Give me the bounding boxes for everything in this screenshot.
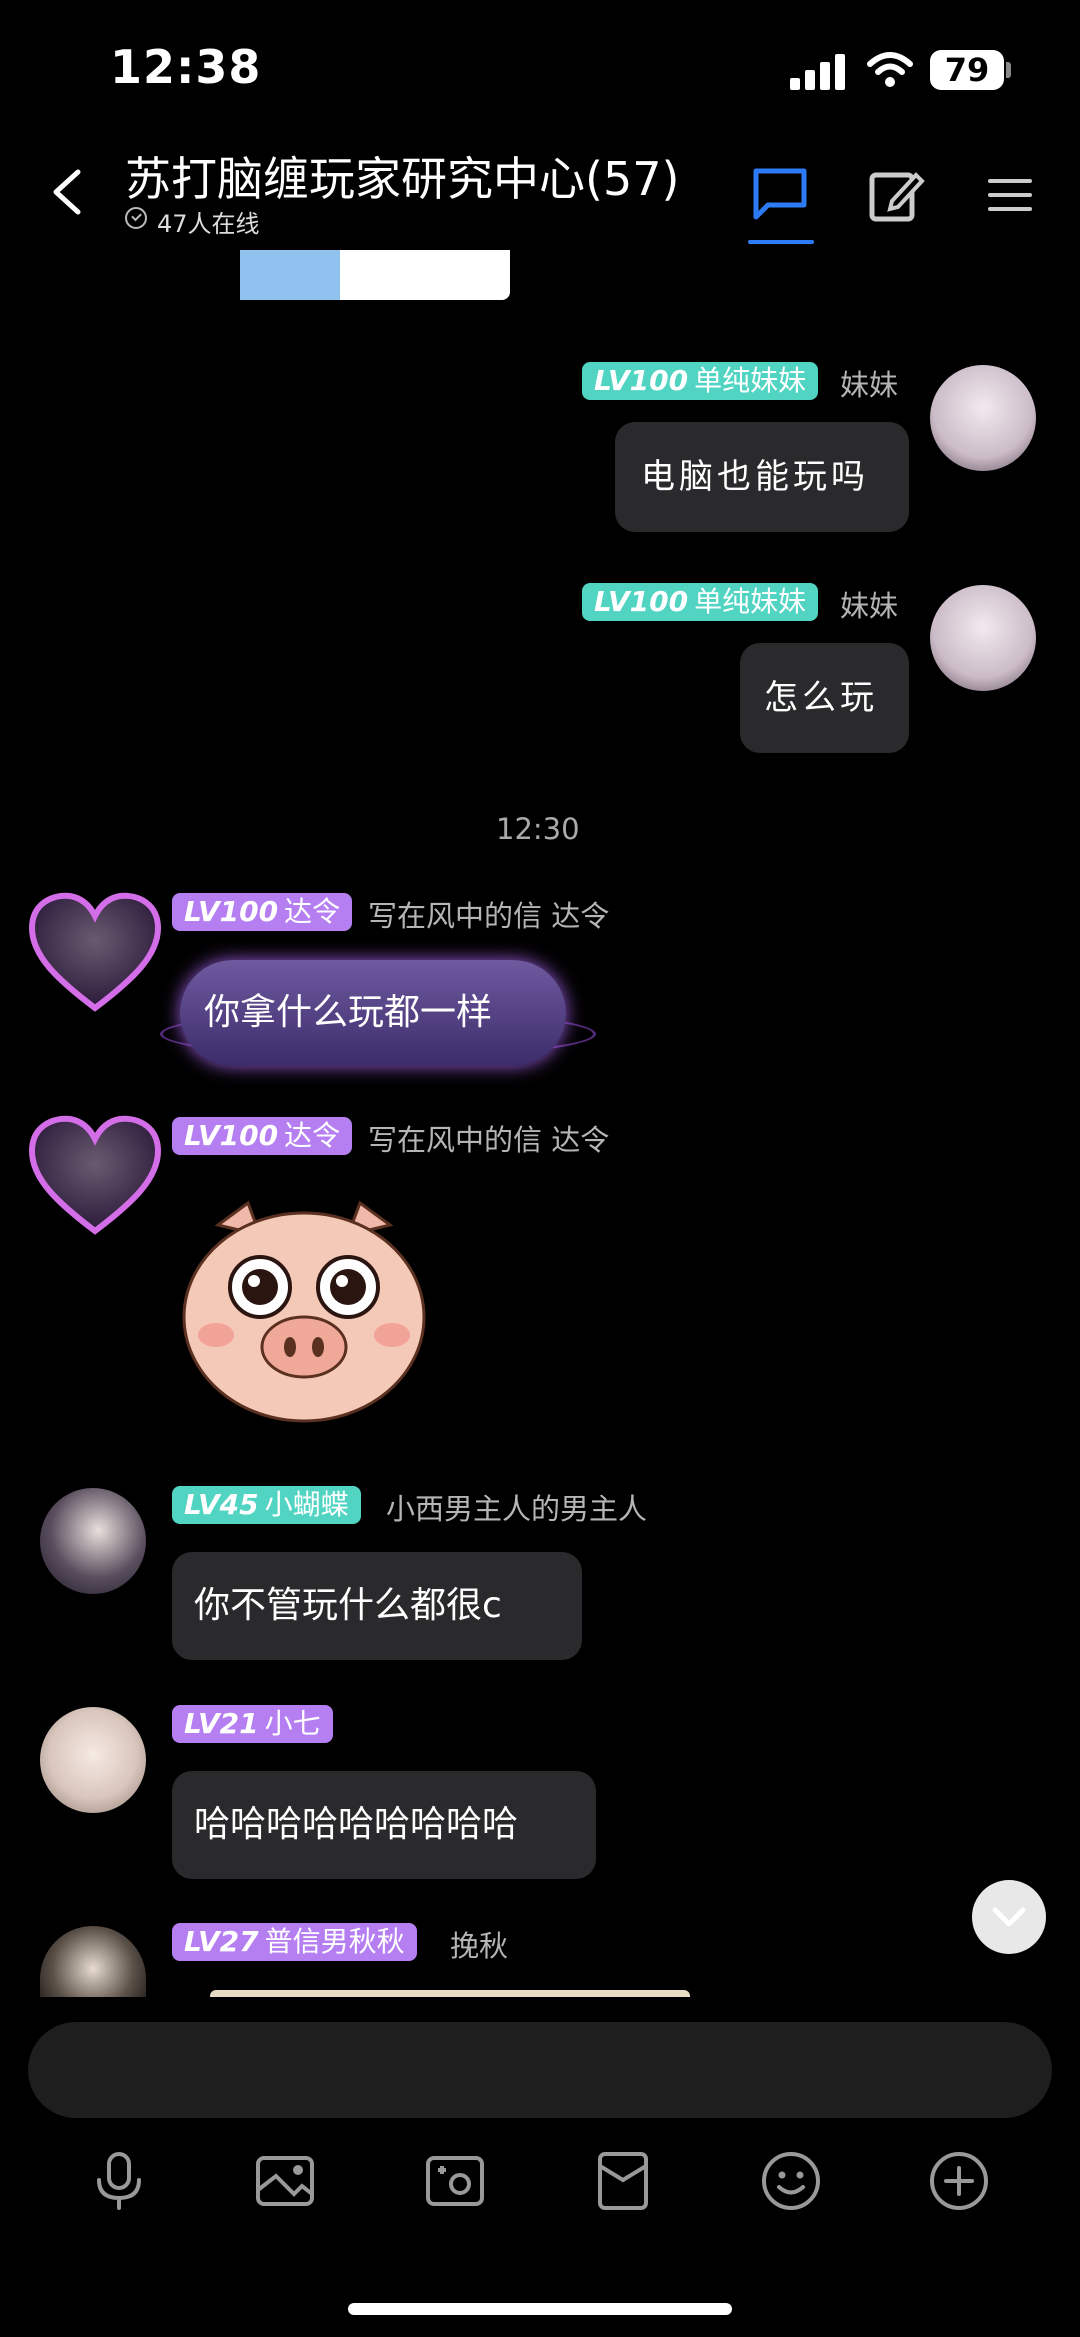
sender-nickname: 妹妹 bbox=[840, 368, 899, 402]
member-level-badge: LV21 小七 bbox=[172, 1705, 333, 1743]
home-indicator bbox=[348, 2303, 732, 2315]
message-bubble[interactable]: 你拿什么玩都一样 bbox=[180, 960, 566, 1066]
battery-cap bbox=[1006, 62, 1011, 78]
member-level-badge: LV100 单纯妹妹 bbox=[582, 362, 819, 400]
sender-nickname: 挽秋 bbox=[450, 1929, 509, 1963]
status-time: 12:38 bbox=[110, 40, 262, 94]
member-level-badge: LV100 达令 bbox=[172, 893, 353, 931]
avatar[interactable] bbox=[40, 1707, 146, 1813]
menu-icon[interactable] bbox=[980, 165, 1040, 225]
avatar[interactable] bbox=[28, 890, 162, 1014]
red-packet-icon[interactable] bbox=[592, 2150, 654, 2212]
member-level-badge: LV100 单纯妹妹 bbox=[582, 583, 819, 621]
message-bubble[interactable]: 电脑也能玩吗 bbox=[615, 422, 909, 532]
wifi-icon bbox=[867, 52, 913, 87]
image-message-fragment-color bbox=[240, 250, 340, 300]
avatar[interactable] bbox=[40, 1488, 146, 1594]
member-level-badge: LV27 普信男秋秋 bbox=[172, 1923, 417, 1961]
sender-nickname: 小西男主人的男主人 bbox=[386, 1492, 648, 1526]
avatar[interactable] bbox=[28, 1113, 162, 1237]
back-icon[interactable] bbox=[48, 168, 88, 216]
message-bubble-fragment bbox=[210, 1990, 690, 1997]
online-status-icon bbox=[125, 207, 147, 229]
scroll-to-bottom-button[interactable] bbox=[972, 1880, 1046, 1954]
member-level-badge: LV45 小蝴蝶 bbox=[172, 1486, 361, 1524]
emoji-icon[interactable] bbox=[760, 2150, 822, 2212]
battery-indicator: 79 bbox=[930, 50, 1004, 90]
microphone-icon[interactable] bbox=[88, 2150, 150, 2212]
message-bubble[interactable]: 怎么玩 bbox=[740, 643, 909, 753]
pig-sticker[interactable] bbox=[178, 1195, 430, 1425]
avatar[interactable] bbox=[40, 1926, 146, 1997]
message-bubble[interactable]: 哈哈哈哈哈哈哈哈哈 bbox=[172, 1771, 596, 1879]
avatar[interactable] bbox=[930, 585, 1036, 691]
sender-nickname: 写在风中的信 达令 bbox=[368, 899, 610, 933]
online-count: 47人在线 bbox=[157, 210, 260, 238]
member-level-badge: LV100 达令 bbox=[172, 1117, 353, 1155]
chevron-down-icon bbox=[992, 1907, 1026, 1927]
chat-tab-icon[interactable] bbox=[750, 165, 810, 225]
message-input[interactable] bbox=[28, 2022, 1052, 2118]
sender-nickname: 写在风中的信 达令 bbox=[368, 1123, 610, 1157]
edit-post-icon[interactable] bbox=[866, 165, 926, 225]
plus-icon[interactable] bbox=[928, 2150, 990, 2212]
active-tab-indicator bbox=[748, 240, 814, 244]
camera-icon[interactable] bbox=[424, 2150, 486, 2212]
timestamp: 12:30 bbox=[496, 812, 580, 846]
chat-title: 苏打脑缠玩家研究中心(57) bbox=[125, 152, 680, 206]
image-icon[interactable] bbox=[254, 2150, 316, 2212]
sender-nickname: 妹妹 bbox=[840, 589, 899, 623]
signal-icon bbox=[790, 52, 846, 90]
message-bubble[interactable]: 你不管玩什么都很c bbox=[172, 1552, 582, 1660]
avatar[interactable] bbox=[930, 365, 1036, 471]
